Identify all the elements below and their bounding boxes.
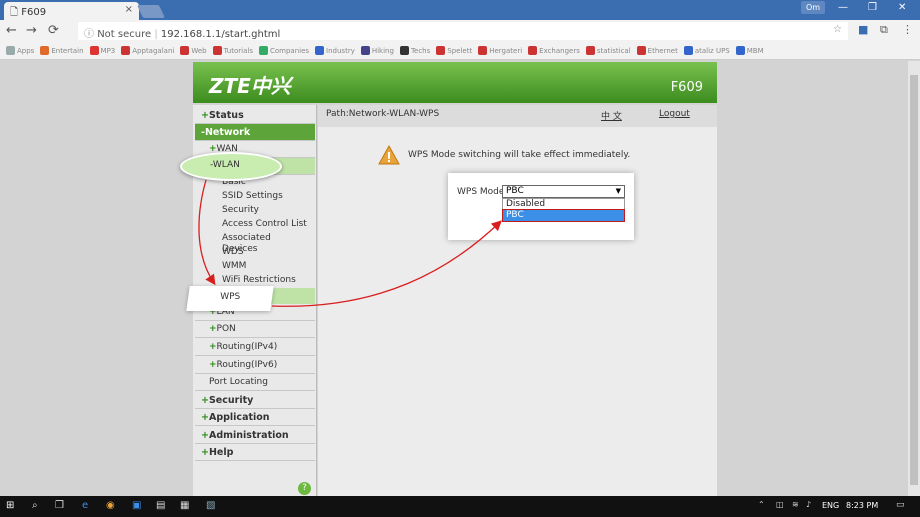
store-icon[interactable]: ▦ xyxy=(180,500,189,511)
scroll-thumb[interactable] xyxy=(910,75,918,485)
photoshop-icon[interactable]: ▣ xyxy=(132,500,141,511)
clock[interactable]: 8:23 PM xyxy=(846,501,878,510)
arrow-wps-to-pbc xyxy=(271,220,502,307)
arrow-wlan-to-wps xyxy=(198,179,216,286)
app-icon[interactable]: ▧ xyxy=(206,500,215,511)
language-indicator[interactable]: ENG xyxy=(822,501,839,510)
volume-icon[interactable]: ♪ xyxy=(806,500,811,509)
taskbar: ⊞ ⌕ ❒ e ◉ ▣ ▤ ▦ ▧ ⌃ ◫ ≋ ♪ ENG 8:23 PM ▭ xyxy=(0,496,920,517)
task-view-icon[interactable]: ❒ xyxy=(55,500,64,511)
wifi-icon[interactable]: ≋ xyxy=(792,500,799,509)
tray-chevron-icon[interactable]: ⌃ xyxy=(758,500,765,509)
chrome-icon[interactable]: ◉ xyxy=(106,500,115,511)
notification-icon[interactable]: ▭ xyxy=(896,500,905,510)
search-icon[interactable]: ⌕ xyxy=(32,500,38,511)
annotation-arrows xyxy=(198,179,502,307)
explorer-icon[interactable]: ▤ xyxy=(156,500,165,511)
page-scrollbar[interactable] xyxy=(908,61,920,496)
windows-start-icon[interactable]: ⊞ xyxy=(6,500,14,511)
network-icon[interactable]: ◫ xyxy=(776,500,784,509)
edge-icon[interactable]: e xyxy=(82,500,88,511)
